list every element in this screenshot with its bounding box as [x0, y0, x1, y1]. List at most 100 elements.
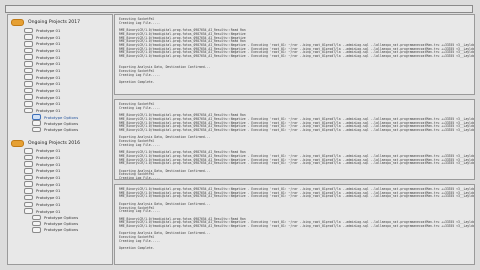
project-group[interactable]: Ongoing Projects 2017 [11, 18, 112, 27]
tree-item-label: Prototype 01 [36, 47, 61, 53]
log-panel-3: RME_BinaryLCR/1.0/tmodigital.prog.fotos_… [114, 184, 475, 265]
folder-icon [11, 19, 24, 26]
tree-item-label: Prototype 01 [36, 208, 61, 214]
options-icon [32, 214, 41, 221]
tree-item-prototype[interactable]: Prototype 01 [24, 94, 112, 101]
prototype-icon [24, 188, 33, 194]
project-group-label: Ongoing Projects 2016 [28, 140, 81, 146]
tree-item-label: Prototype 01 [36, 101, 61, 107]
log-line: Creating Log File..... [119, 176, 160, 180]
tree-item-options[interactable]: Prototype Options [32, 227, 112, 233]
prototype-icon [24, 174, 33, 181]
prototype-icon [24, 40, 33, 47]
tree-item-label: Prototype 01 [36, 195, 61, 201]
tree-item-prototype[interactable]: Prototype 01 [24, 208, 112, 215]
log-line: RME_BinaryLCR/1.0/tmodigital.prog.fotos_… [119, 54, 475, 59]
prototype-icon [24, 101, 33, 107]
folder-icon [11, 139, 24, 147]
tree-item-prototype[interactable]: Prototype 01 [24, 174, 112, 181]
tree-item-prototype[interactable]: Prototype 01 [24, 87, 112, 94]
tree-item-prototype[interactable]: Prototype 01 [24, 81, 112, 88]
prototype-icon [24, 54, 33, 60]
prototype-icon [24, 201, 33, 208]
prototype-icon [24, 34, 33, 40]
tree-item-label: Prototype 01 [36, 27, 61, 33]
tree-item-prototype[interactable]: Prototype 01 [24, 67, 112, 74]
log-line: RME_BinaryLCR/1.0/tmodigital.prog.fotos_… [119, 194, 475, 199]
tree-item-prototype[interactable]: Prototype 01 [24, 60, 112, 67]
prototype-icon [24, 94, 33, 101]
tree-item-label: Prototype 01 [36, 188, 61, 194]
tree-item-prototype[interactable]: Prototype 01 [24, 181, 112, 188]
tree-item-prototype[interactable]: Prototype 01 [24, 107, 112, 114]
tree-item-label: Prototype 01 [36, 41, 61, 47]
log-line: Operation Complete. [119, 246, 155, 251]
tree-item-label: Prototype 01 [36, 175, 61, 181]
tree-item-label: Prototype 01 [36, 54, 61, 60]
tree-item-label: Prototype 01 [36, 161, 61, 167]
prototype-icon [24, 154, 33, 161]
project-tree-panel: Ongoing Projects 2017 Prototype 01 Prototy… [7, 14, 113, 265]
tree-item-prototype[interactable]: Prototype 01 [24, 154, 112, 161]
tree-item-prototype[interactable]: Prototype 01 [24, 188, 112, 195]
prototype-icon [24, 161, 33, 168]
tree-item-prototype[interactable]: Prototype 01 [24, 54, 112, 61]
prototype-icon [24, 168, 33, 174]
prototype-icon [24, 148, 33, 154]
prototype-icon [24, 181, 33, 188]
tree-item-label: Prototype 01 [36, 81, 61, 87]
tree-item-prototype[interactable]: Prototype 01 [24, 101, 112, 108]
prototype-icon [24, 208, 33, 214]
tree-item-options[interactable]: Prototype Options [32, 126, 112, 133]
tree-item-options-label: Prototype Options [44, 126, 79, 132]
log-line: Operation Complete. [119, 79, 155, 84]
project-group[interactable]: Ongoing Projects 2016 [11, 139, 112, 148]
tree-item-prototype[interactable]: Prototype 01 [24, 161, 112, 168]
prototype-icon [24, 60, 33, 67]
tree-item-label: Prototype 01 [36, 181, 61, 187]
tree-item-prototype[interactable]: Prototype 01 [24, 74, 112, 81]
prototype-icon [24, 67, 33, 74]
tree-item-label: Prototype 01 [36, 74, 61, 80]
tree-item-label: Prototype 01 [36, 88, 61, 94]
tree-item-prototype[interactable]: Prototype 01 [24, 34, 112, 41]
tree-item-label: Prototype 01 [36, 168, 61, 174]
tree-item-label: Prototype 01 [36, 61, 61, 67]
prototype-icon [24, 194, 33, 201]
log-line: RME_BinaryLCR/1.0/tmodigital.prog.fotos_… [119, 161, 475, 166]
tree-item-options-label: Prototype Options [44, 120, 79, 126]
tree-item-prototype[interactable]: Prototype 01 [24, 47, 112, 54]
prototype-icon [24, 27, 33, 34]
prototype-icon [24, 47, 33, 54]
prototype-icon [24, 74, 33, 80]
tree-item-prototype[interactable]: Prototype 01 [24, 168, 112, 175]
options-icon [32, 120, 41, 127]
tree-item-label: Prototype 01 [36, 67, 61, 73]
tree-item-label: Prototype 01 [36, 108, 61, 114]
tree-item-prototype[interactable]: Prototype 01 [24, 27, 112, 34]
tree-item-options-label: Prototype Options [44, 214, 79, 220]
options-icon [32, 114, 41, 120]
top-toolbar [5, 5, 473, 13]
options-icon [32, 126, 41, 133]
tree-item-prototype[interactable]: Prototype 01 [24, 40, 112, 47]
prototype-icon [24, 107, 33, 114]
tree-item-label: Prototype 01 [36, 34, 61, 40]
tree-item-prototype[interactable]: Prototype 01 [24, 148, 112, 155]
log-line: RME_BinaryLCR/1.0/tmodigital.prog.fotos_… [119, 224, 475, 228]
tree-item-label: Prototype 01 [36, 148, 61, 154]
tree-item-options-label: Prototype Options [44, 221, 79, 227]
log-panel-2: Executing SocketPal Creating Log File....… [114, 99, 475, 180]
tree-item-prototype[interactable]: Prototype 01 [24, 194, 112, 201]
tree-item-label: Prototype 01 [36, 155, 61, 161]
options-icon [32, 220, 41, 227]
options-icon [32, 227, 41, 233]
tree-item-options-label: Prototype Options [44, 114, 79, 120]
tree-item-label: Prototype 01 [36, 94, 61, 100]
tree-item-options-label: Prototype Options [44, 227, 79, 233]
log-panel-1: Executing SocketPal Creating Log File....… [114, 14, 475, 95]
prototype-icon [24, 81, 33, 87]
log-line: RME_BinaryLCR/1.0/tmodigital.prog.fotos_… [119, 127, 475, 132]
tree-item-prototype[interactable]: Prototype 01 [24, 201, 112, 208]
prototype-icon [24, 87, 33, 94]
